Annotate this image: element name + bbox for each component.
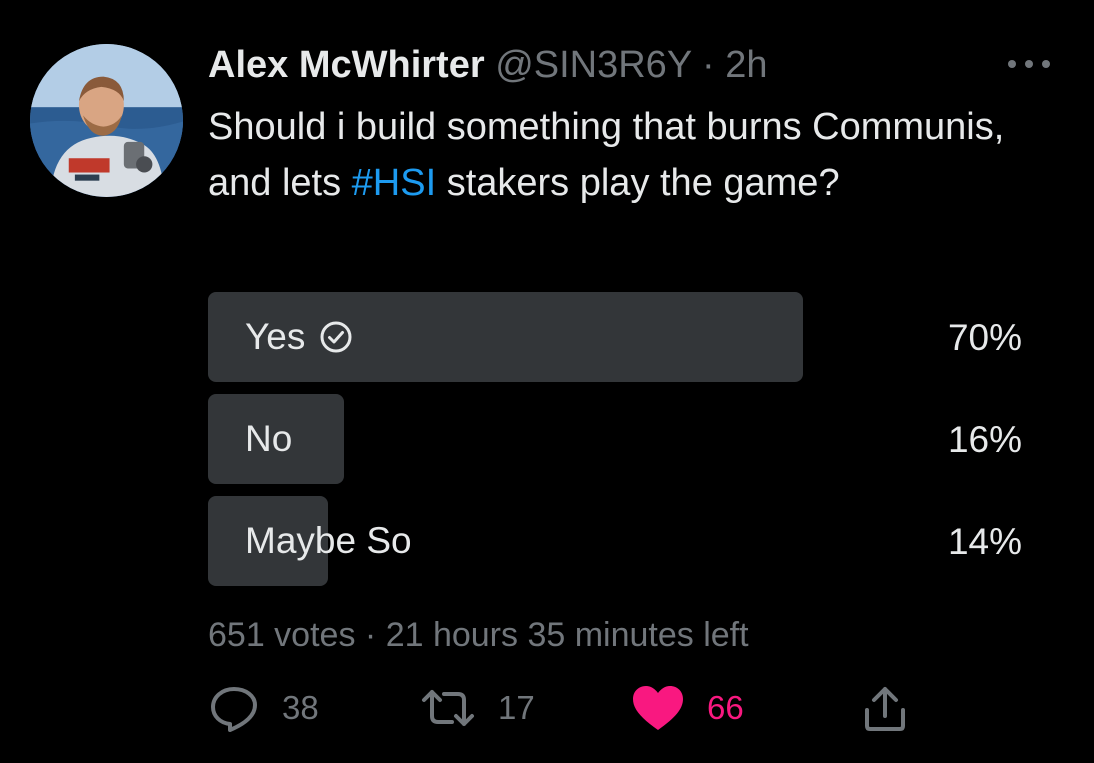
more-options-icon [1008,60,1050,68]
heart-icon [633,686,683,730]
author-handle[interactable]: @SIN3R6Y [495,44,691,86]
poll-time-left: 21 hours 35 minutes left [385,616,749,654]
poll-option-maybe-so[interactable]: Maybe So 14% [208,496,1028,586]
poll-option-label: No [245,418,293,459]
poll-option-percent: 16% [947,419,1022,460]
author-name[interactable]: Alex McWhirter [208,44,485,86]
share-icon [865,687,905,731]
poll-meta: 651 votes · 21 hours 35 minutes left [208,612,749,658]
tweet-text-after: stakers play the game? [436,162,840,204]
avatar-photo [30,44,183,197]
share-button[interactable] [862,680,908,736]
poll-vote-count: 651 votes [208,616,356,654]
reply-count: 38 [282,689,319,726]
poll-option-yes[interactable]: Yes 70% [208,292,1028,382]
like-count: 66 [707,689,744,726]
poll: Yes 70% No 16% Maybe So 14% [208,292,1028,598]
retweet-button[interactable]: 17 [420,680,535,736]
tweet-text: Should i build something that burns Comm… [208,99,1068,211]
poll-option-label: Yes [245,316,306,357]
tweet-actions: 38 17 66 [208,680,928,736]
poll-meta-separator: · [364,616,377,654]
poll-option-no[interactable]: No 16% [208,394,1028,484]
retweet-icon [422,690,474,726]
reply-icon [211,687,257,732]
header-separator: · [702,44,715,86]
avatar[interactable] [30,44,183,197]
checkmark-circle-icon [319,320,353,354]
retweet-count: 17 [498,689,535,726]
like-button[interactable]: 66 [631,680,744,736]
more-options-button[interactable] [1004,52,1054,76]
tweet-timestamp[interactable]: 2h [725,44,767,86]
poll-option-percent: 14% [947,521,1022,562]
tweet-header: Alex McWhirter @SIN3R6Y · 2h [208,40,768,90]
reply-button[interactable]: 38 [208,680,319,736]
hashtag-link[interactable]: #HSI [352,162,436,204]
poll-option-label: Maybe So [245,520,412,561]
poll-option-percent: 70% [947,317,1022,358]
